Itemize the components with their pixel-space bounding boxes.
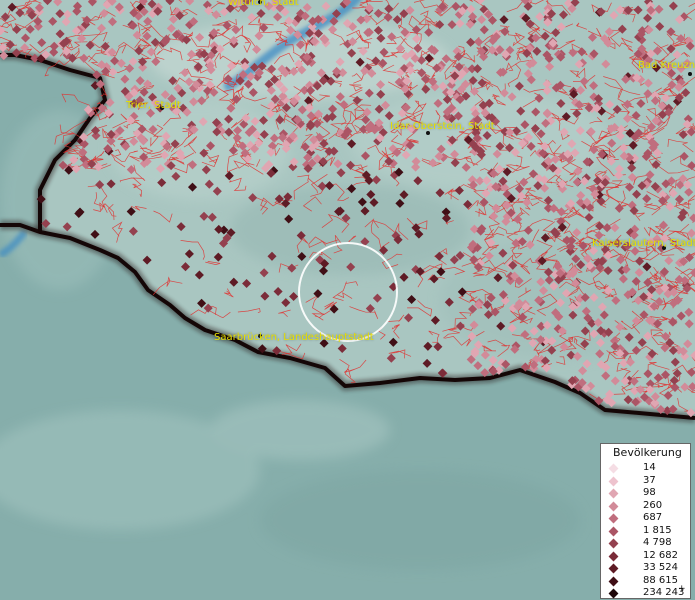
legend-overflow-marker: + (678, 584, 686, 594)
legend-swatch (608, 526, 619, 536)
legend-swatch (608, 576, 619, 586)
legend-label: 37 (643, 474, 656, 486)
city-label-saarbruecken: Saarbrücken, Landeshauptstadt (214, 332, 374, 343)
city-label-bad-kreuznach: Bad Kreuzn (638, 60, 695, 71)
legend-swatch (608, 551, 619, 561)
legend-label: 14 (643, 462, 656, 473)
legend-swatch (608, 501, 619, 511)
legend-swatch (608, 563, 619, 574)
legend-title: Bevölkerung (613, 446, 682, 459)
city-label-wittlich: Wittlich, Stadt (228, 0, 299, 8)
city-dot-bad-kreuznach (688, 72, 692, 76)
legend-label: 1 815 (643, 524, 672, 536)
legend-swatch (608, 476, 619, 486)
legend-swatch (608, 513, 619, 524)
legend-swatch (608, 488, 619, 499)
legend-label: 687 (643, 512, 663, 523)
legend-label: 4 798 (643, 537, 672, 548)
legend-label: 12 682 (643, 549, 678, 561)
legend-label: 33 524 (643, 562, 678, 573)
city-label-kaiserslautern: Kaiserslautern, Stadt (592, 238, 695, 249)
legend-swatch (608, 538, 619, 549)
legend-swatch (608, 588, 619, 599)
legend-label: 98 (643, 487, 656, 498)
legend-label: 260 (643, 499, 663, 511)
city-label-trier: Trier, Stadt (126, 100, 181, 111)
population-legend: Bevölkerung 14 37 98 260 687 1 815 4 798… (600, 443, 691, 599)
map-canvas[interactable] (0, 0, 695, 600)
city-label-idar-oberstein: Idar-Oberstein, Stadt (390, 121, 495, 132)
legend-label: 88 615 (643, 574, 678, 586)
legend-swatch (608, 463, 619, 474)
